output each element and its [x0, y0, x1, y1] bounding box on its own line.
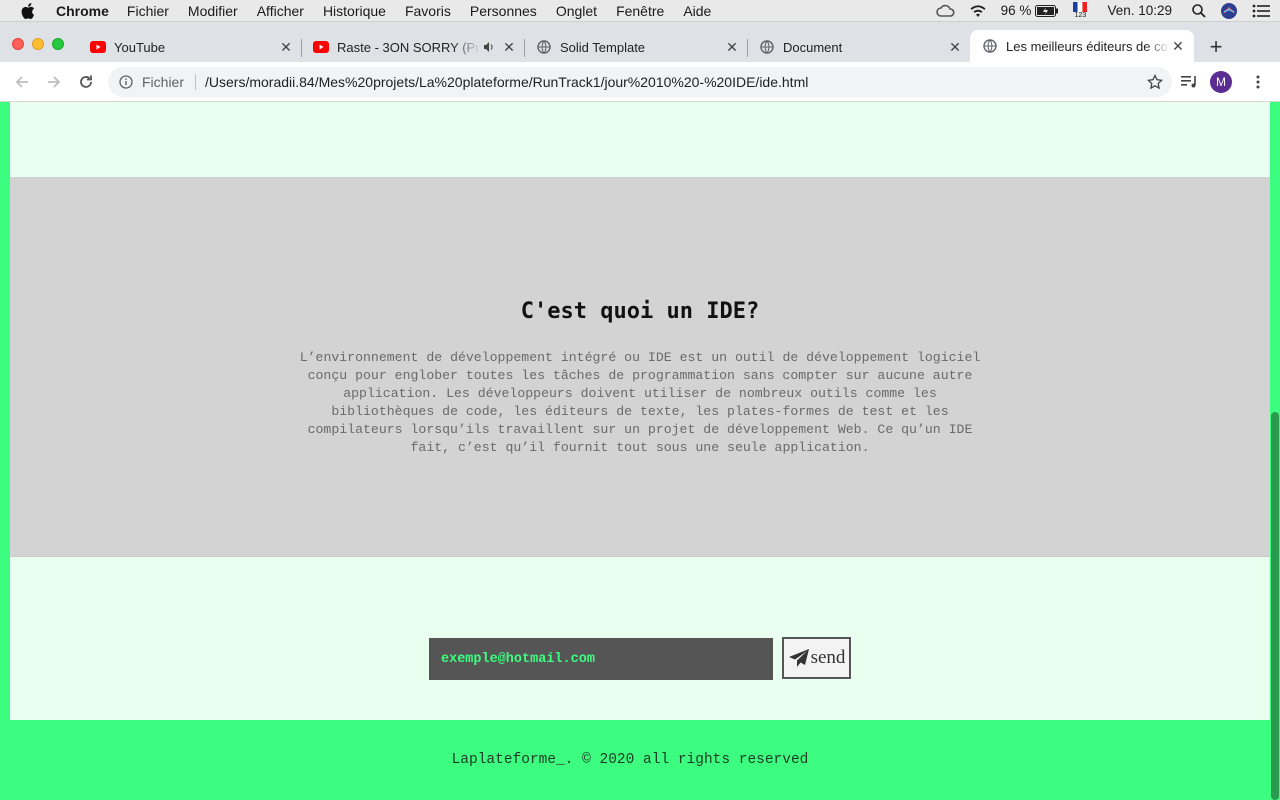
info-icon[interactable] — [118, 74, 134, 90]
address-bar[interactable]: Fichier /Users/moradii.84/Mes%20projets/… — [108, 67, 1172, 97]
globe-icon — [536, 39, 552, 55]
paper-plane-icon — [788, 648, 810, 668]
keyboard-layout-icon[interactable]: 123 — [1073, 1, 1088, 20]
tab-document[interactable]: Document ✕ — [747, 32, 971, 62]
scrollbar-thumb[interactable] — [1271, 412, 1279, 800]
bookmark-star-icon[interactable] — [1146, 73, 1164, 91]
footer-text: Laplateforme_. © 2020 all rights reserve… — [451, 752, 809, 768]
more-menu-icon[interactable] — [1248, 75, 1268, 89]
url-scheme-label: Fichier — [142, 74, 185, 90]
tab-solid-template[interactable]: Solid Template ✕ — [524, 32, 748, 62]
notification-center-icon[interactable] — [1252, 4, 1270, 18]
back-button[interactable] — [6, 66, 38, 98]
email-input[interactable] — [429, 638, 773, 680]
newsletter-section: send — [10, 557, 1270, 720]
ide-heading: C'est quoi un IDE? — [520, 299, 760, 324]
new-tab-button[interactable]: + — [1206, 36, 1226, 58]
close-tab-icon[interactable]: ✕ — [501, 39, 517, 55]
menu-onglet[interactable]: Onglet — [556, 3, 597, 19]
menu-afficher[interactable]: Afficher — [257, 3, 304, 19]
send-label: send — [810, 647, 846, 668]
menu-fichier[interactable]: Fichier — [127, 3, 169, 19]
forward-button[interactable] — [38, 66, 70, 98]
menu-personnes[interactable]: Personnes — [470, 3, 537, 19]
globe-icon — [759, 39, 775, 55]
siri-icon[interactable] — [1220, 2, 1238, 20]
spotlight-search-icon[interactable] — [1192, 3, 1206, 18]
tab-raste[interactable]: Raste - 3ON SORRY (Pr ✕ — [301, 32, 525, 62]
youtube-icon — [313, 39, 329, 55]
tab-title: Les meilleurs éditeurs de co — [1006, 38, 1168, 54]
page-scrollbar[interactable] — [1270, 102, 1280, 800]
clock[interactable]: Ven. 10:29 — [1107, 3, 1172, 18]
window-close-button[interactable] — [12, 38, 24, 50]
wifi-icon[interactable] — [969, 4, 987, 18]
ide-description: L’environnement de développement intégré… — [299, 350, 981, 455]
send-button[interactable]: send — [782, 637, 851, 679]
tab-title: Solid Template — [560, 39, 646, 55]
page-footer: Laplateforme_. © 2020 all rights reserve… — [0, 720, 1260, 800]
close-tab-icon[interactable]: ✕ — [947, 39, 963, 55]
url-text[interactable]: /Users/moradii.84/Mes%20projets/La%20pla… — [205, 74, 808, 90]
ide-section: C'est quoi un IDE? L’environnement de dé… — [10, 177, 1270, 557]
battery-icon[interactable] — [1035, 4, 1059, 17]
keyboard-layout-label: 123 — [1074, 11, 1087, 19]
close-tab-icon[interactable]: ✕ — [724, 39, 740, 55]
tab-youtube[interactable]: YouTube ✕ — [78, 32, 302, 62]
window-minimize-button[interactable] — [32, 38, 44, 50]
tab-title: Document — [783, 39, 843, 55]
media-controls-icon[interactable] — [1180, 75, 1200, 89]
menu-fenetre[interactable]: Fenêtre — [616, 3, 664, 19]
macos-menu-bar: Chrome Fichier Modifier Afficher Histori… — [0, 0, 1280, 22]
tab-active-ide[interactable]: Les meilleurs éditeurs de co ✕ — [970, 30, 1194, 62]
menu-aide[interactable]: Aide — [683, 3, 711, 19]
omnibox-divider — [195, 74, 197, 90]
tab-title: YouTube — [114, 39, 166, 55]
creative-cloud-icon[interactable] — [935, 4, 955, 18]
menu-modifier[interactable]: Modifier — [188, 3, 238, 19]
youtube-icon — [90, 39, 106, 55]
window-zoom-button[interactable] — [52, 38, 64, 50]
menu-app-name[interactable]: Chrome — [56, 3, 109, 19]
close-tab-icon[interactable]: ✕ — [278, 39, 294, 55]
menu-favoris[interactable]: Favoris — [405, 3, 451, 19]
close-tab-icon[interactable]: ✕ — [1170, 38, 1186, 54]
tab-strip: YouTube ✕ Raste - 3ON SORRY (Pr ✕ Solid … — [0, 22, 1280, 62]
apple-menu-icon[interactable] — [0, 2, 56, 19]
globe-icon — [982, 38, 998, 54]
battery-percentage: 96 % — [1000, 3, 1032, 18]
tab-title: Raste - 3ON SORRY (Pr — [337, 39, 480, 55]
top-content-panel — [10, 102, 1270, 177]
reload-button[interactable] — [70, 66, 102, 98]
page-viewport: C'est quoi un IDE? L’environnement de dé… — [0, 102, 1280, 800]
menu-historique[interactable]: Historique — [323, 3, 386, 19]
audio-playing-icon[interactable] — [481, 39, 497, 55]
profile-avatar[interactable]: M — [1210, 71, 1232, 93]
browser-toolbar: Fichier /Users/moradii.84/Mes%20projets/… — [0, 62, 1280, 102]
